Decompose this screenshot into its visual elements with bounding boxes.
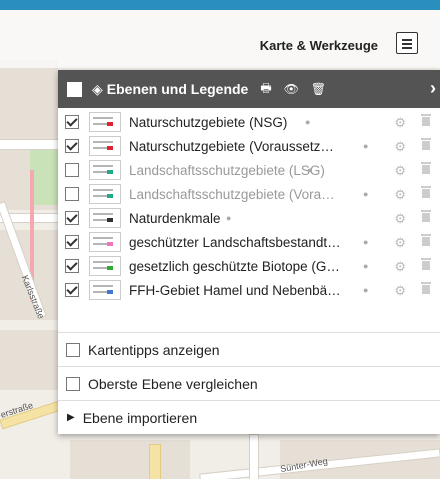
compare-top-layer-option[interactable]: Oberste Ebene vergleichen bbox=[58, 366, 440, 400]
gear-icon[interactable]: ⚙ bbox=[394, 235, 406, 251]
trash-icon[interactable]: 🗑 bbox=[311, 82, 326, 96]
layer-row[interactable]: Naturschutzgebiete (Voraussetz… ● ⚙ bbox=[58, 134, 440, 158]
info-icon[interactable]: ● bbox=[363, 141, 368, 151]
menu-line bbox=[402, 43, 412, 45]
layer-checkbox[interactable] bbox=[65, 139, 79, 153]
layer-name[interactable]: Landschaftsschutzgebiete (Vora… bbox=[129, 187, 372, 202]
layer-checkbox[interactable] bbox=[65, 235, 79, 249]
layer-name[interactable]: Naturschutzgebiete (NSG) bbox=[129, 115, 372, 130]
gear-icon[interactable]: ⚙ bbox=[394, 211, 406, 227]
info-icon[interactable]: ● bbox=[307, 165, 312, 175]
info-icon[interactable]: ● bbox=[363, 285, 368, 295]
legend-thumbnail bbox=[89, 136, 121, 156]
layer-name[interactable]: Landschaftsschutzgebiete (LSG) bbox=[129, 163, 372, 178]
menu-line bbox=[402, 39, 412, 41]
info-icon[interactable]: ● bbox=[363, 261, 368, 271]
layers-legend-panel: ◈ Ebenen und Legende 🖶 👁 🗑 › Naturschutz… bbox=[58, 70, 440, 434]
gear-icon[interactable]: ⚙ bbox=[394, 259, 406, 275]
layer-name[interactable]: Naturdenkmale bbox=[129, 211, 372, 226]
info-icon[interactable]: ● bbox=[305, 117, 310, 127]
gear-icon[interactable]: ⚙ bbox=[394, 283, 406, 299]
legend-thumbnail bbox=[89, 280, 121, 300]
trash-icon[interactable] bbox=[421, 138, 431, 150]
print-icon[interactable]: 🖶 bbox=[260, 79, 271, 100]
layer-checkbox[interactable] bbox=[65, 211, 79, 225]
layer-checkbox[interactable] bbox=[65, 259, 79, 273]
compare-top-layer-checkbox[interactable] bbox=[66, 376, 80, 391]
trash-icon[interactable] bbox=[421, 162, 431, 174]
trash-icon[interactable] bbox=[421, 282, 431, 294]
layer-checkbox[interactable] bbox=[65, 163, 79, 177]
import-layer-option[interactable]: ▶ Ebene importieren bbox=[58, 400, 440, 434]
trash-icon[interactable] bbox=[421, 258, 431, 270]
panel-title: Ebenen und Legende bbox=[106, 81, 249, 97]
top-accent-bar bbox=[0, 0, 440, 10]
layer-name[interactable]: gesetzlich geschützte Biotope (G… bbox=[129, 259, 372, 274]
gear-icon[interactable]: ⚙ bbox=[394, 139, 406, 155]
legend-thumbnail bbox=[89, 112, 121, 132]
layer-checkbox[interactable] bbox=[65, 115, 79, 129]
layer-list: Naturschutzgebiete (NSG) ● ⚙ Naturschutzgeb… bbox=[58, 108, 440, 302]
trash-icon[interactable] bbox=[421, 114, 431, 126]
layer-row[interactable]: geschützter Landschaftsbestandt… ● ⚙ bbox=[58, 230, 440, 254]
layer-row[interactable]: FFH-Gebiet Hamel und Nebenbä… ● ⚙ bbox=[58, 278, 440, 302]
import-layer-label[interactable]: Ebene importieren bbox=[83, 410, 197, 426]
gear-icon[interactable]: ⚙ bbox=[394, 163, 406, 179]
info-icon[interactable]: ● bbox=[226, 213, 231, 223]
info-icon[interactable]: ● bbox=[363, 189, 368, 199]
panel-header: ◈ Ebenen und Legende 🖶 👁 🗑 › bbox=[58, 70, 440, 108]
layer-row[interactable]: gesetzlich geschützte Biotope (G… ● ⚙ bbox=[58, 254, 440, 278]
layer-row[interactable]: Naturschutzgebiete (NSG) ● ⚙ bbox=[58, 110, 440, 134]
layer-row[interactable]: Naturdenkmale ● ⚙ bbox=[58, 206, 440, 230]
layer-checkbox[interactable] bbox=[65, 283, 79, 297]
legend-thumbnail bbox=[89, 208, 121, 228]
kartentipps-checkbox[interactable] bbox=[66, 342, 80, 357]
legend-thumbnail bbox=[89, 256, 121, 276]
layers-icon: ◈ bbox=[92, 80, 103, 97]
top-toolbar: Karte & Werkzeuge bbox=[0, 10, 440, 68]
chevron-right-icon[interactable]: › bbox=[430, 78, 436, 99]
trash-icon[interactable] bbox=[421, 210, 431, 222]
play-arrow-icon: ▶ bbox=[67, 412, 75, 423]
legend-thumbnail bbox=[89, 232, 121, 252]
info-icon[interactable]: ● bbox=[363, 237, 368, 247]
menu-button[interactable] bbox=[396, 32, 418, 54]
trash-icon[interactable] bbox=[421, 186, 431, 198]
compare-top-layer-label[interactable]: Oberste Ebene vergleichen bbox=[88, 376, 258, 392]
select-all-checkbox[interactable] bbox=[67, 81, 82, 97]
gear-icon[interactable]: ⚙ bbox=[394, 115, 406, 131]
layer-name[interactable]: Naturschutzgebiete (Voraussetz… bbox=[129, 139, 372, 154]
legend-thumbnail bbox=[89, 160, 121, 180]
gear-icon[interactable]: ⚙ bbox=[394, 187, 406, 203]
eye-icon[interactable]: 👁 bbox=[284, 82, 299, 96]
layer-row[interactable]: Landschaftsschutzgebiete (LSG) ● ⚙ bbox=[58, 158, 440, 182]
layer-name[interactable]: FFH-Gebiet Hamel und Nebenbä… bbox=[129, 283, 372, 298]
layer-row[interactable]: Landschaftsschutzgebiete (Vora… ● ⚙ bbox=[58, 182, 440, 206]
layer-checkbox[interactable] bbox=[65, 187, 79, 201]
trash-icon[interactable] bbox=[421, 234, 431, 246]
legend-thumbnail bbox=[89, 184, 121, 204]
layer-name[interactable]: geschützter Landschaftsbestandt… bbox=[129, 235, 372, 250]
menu-line bbox=[402, 47, 412, 49]
kartentipps-option[interactable]: Kartentipps anzeigen bbox=[58, 332, 440, 366]
kartentipps-label[interactable]: Kartentipps anzeigen bbox=[88, 342, 220, 358]
tools-title[interactable]: Karte & Werkzeuge bbox=[260, 38, 378, 53]
